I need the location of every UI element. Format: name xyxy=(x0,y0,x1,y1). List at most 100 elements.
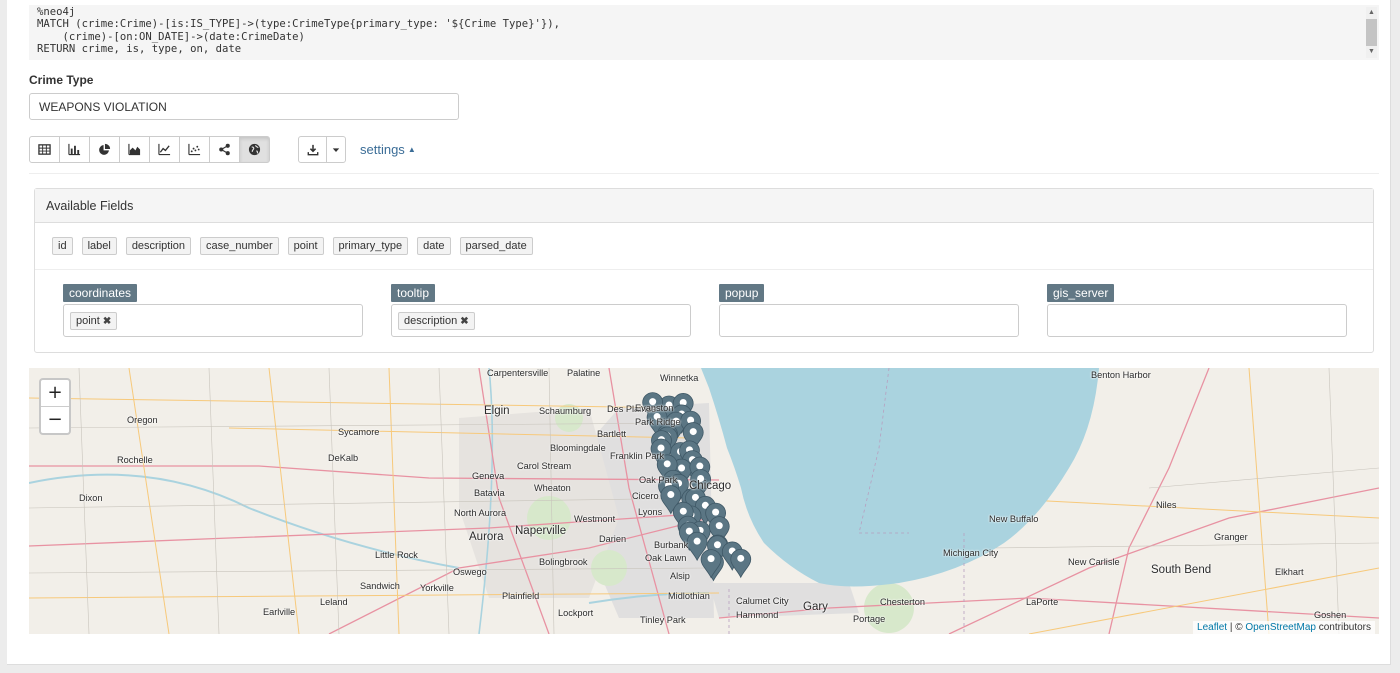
map-label-bloomingdale: Bloomingdale xyxy=(550,443,606,453)
download-button[interactable] xyxy=(298,136,327,163)
bar-chart-icon xyxy=(68,143,81,156)
pie-chart-button[interactable] xyxy=(89,136,120,163)
settings-toggle[interactable]: settings ▲ xyxy=(360,142,416,157)
field-description[interactable]: description xyxy=(125,237,192,255)
map-label-evanston: Evanston xyxy=(635,403,674,413)
map-label-park-ridge: Park Ridge xyxy=(635,417,681,427)
map-label-dixon: Dixon xyxy=(79,493,103,503)
map-label-alsip: Alsip xyxy=(670,571,690,581)
map-view-button[interactable] xyxy=(239,136,270,163)
query-code[interactable]: %neo4j MATCH (crime:Crime)-[is:IS_TYPE]-… xyxy=(29,5,1379,56)
line-chart-icon xyxy=(158,143,171,156)
crime-type-label: Crime Type xyxy=(29,73,94,87)
map-label-dekalb: DeKalb xyxy=(328,453,359,463)
map-label-bolingbrook: Bolingbrook xyxy=(539,557,588,567)
tooltip-dropzone[interactable]: description ✖ xyxy=(391,304,691,337)
settings-panel: Available Fields id label description ca… xyxy=(34,188,1374,353)
download-dropdown-button[interactable] xyxy=(326,136,346,163)
table-view-button[interactable] xyxy=(29,136,60,163)
map-label-lyons: Lyons xyxy=(638,507,663,517)
gis-server-dropzone[interactable] xyxy=(1047,304,1347,337)
map-label-new-buffalo: New Buffalo xyxy=(989,514,1039,524)
network-button[interactable] xyxy=(209,136,240,163)
attribution-tail: contributors xyxy=(1315,622,1371,633)
map-label-yorkville: Yorkville xyxy=(420,583,454,593)
bar-chart-button[interactable] xyxy=(59,136,90,163)
map-label-oswego: Oswego xyxy=(453,567,487,577)
map-label-leland: Leland xyxy=(320,597,348,607)
visualization-toolbar xyxy=(29,136,270,163)
field-date[interactable]: date xyxy=(417,237,451,255)
settings-label: settings xyxy=(360,142,405,157)
editor-scroll-thumb[interactable] xyxy=(1366,19,1377,46)
map-label-michigan-city: Michigan City xyxy=(943,548,999,558)
table-icon xyxy=(38,144,51,155)
scroll-down-icon[interactable]: ▼ xyxy=(1366,47,1377,57)
download-icon xyxy=(307,144,318,155)
caret-up-icon: ▲ xyxy=(407,145,416,154)
map-label-calumet-city: Calumet City xyxy=(736,596,789,606)
map-label-portage: Portage xyxy=(853,614,886,624)
map-label-bartlett: Bartlett xyxy=(597,429,627,439)
scatter-chart-button[interactable] xyxy=(179,136,210,163)
zoom-in-button[interactable]: + xyxy=(41,380,69,407)
notebook-paragraph: %neo4j MATCH (crime:Crime)-[is:IS_TYPE]-… xyxy=(7,0,1391,665)
map-label-franklin-park: Franklin Park xyxy=(610,451,665,461)
map-label-hammond: Hammond xyxy=(736,610,779,620)
chip-label: description xyxy=(404,315,458,327)
map-label-oregon: Oregon xyxy=(127,415,158,425)
map-label-oak-park: Oak Park xyxy=(639,475,678,485)
map-label-chesterton: Chesterton xyxy=(880,597,925,607)
map-label-aurora: Aurora xyxy=(469,531,504,543)
map-label-rochelle: Rochelle xyxy=(117,455,153,465)
field-id[interactable]: id xyxy=(52,237,73,255)
code-editor[interactable]: %neo4j MATCH (crime:Crime)-[is:IS_TYPE]-… xyxy=(29,5,1379,60)
scatter-chart-icon xyxy=(188,143,201,156)
field-primary-type[interactable]: primary_type xyxy=(332,237,409,255)
map-view[interactable]: Carpentersville Palatine Winnetka Benton Ha… xyxy=(29,368,1379,634)
field-point[interactable]: point xyxy=(287,237,324,255)
coordinates-dropzone[interactable]: point ✖ xyxy=(63,304,363,337)
field-label[interactable]: label xyxy=(81,237,117,255)
zoom-control: + − xyxy=(39,378,71,435)
field-parsed-date[interactable]: parsed_date xyxy=(459,237,533,255)
gis-server-title: gis_server xyxy=(1047,284,1115,302)
map-label-batavia: Batavia xyxy=(474,488,505,498)
map-label-geneva: Geneva xyxy=(472,471,505,481)
map-label-burbank: Burbank xyxy=(654,540,689,550)
coordinates-group: coordinates point ✖ xyxy=(63,284,363,337)
map-label-wheaton: Wheaton xyxy=(534,483,571,493)
remove-icon[interactable]: ✖ xyxy=(460,316,468,327)
area-chart-button[interactable] xyxy=(119,136,150,163)
toolbar-divider xyxy=(29,173,1379,174)
field-case-number[interactable]: case_number xyxy=(200,237,279,255)
zoom-out-button[interactable]: − xyxy=(41,407,69,433)
map-label-granger: Granger xyxy=(1214,532,1248,542)
map-label-sandwich: Sandwich xyxy=(360,581,400,591)
osm-link[interactable]: OpenStreetMap xyxy=(1245,622,1316,633)
map-label-sycamore: Sycamore xyxy=(338,427,380,437)
tooltip-chip[interactable]: description ✖ xyxy=(398,312,475,330)
map-label-elgin: Elgin xyxy=(484,405,510,417)
popup-title: popup xyxy=(719,284,765,302)
map-label-laporte: LaPorte xyxy=(1026,597,1059,607)
line-chart-button[interactable] xyxy=(149,136,180,163)
coordinates-chip[interactable]: point ✖ xyxy=(70,312,118,330)
map-label-lockport: Lockport xyxy=(558,608,594,618)
map-label-north-aurora: North Aurora xyxy=(454,508,507,518)
panel-title: Available Fields xyxy=(35,189,1373,223)
popup-dropzone[interactable] xyxy=(719,304,1019,337)
area-chart-icon xyxy=(128,143,141,156)
map-attribution: Leaflet | © OpenStreetMap contributors xyxy=(1193,621,1375,634)
remove-icon[interactable]: ✖ xyxy=(103,316,111,327)
network-icon xyxy=(219,143,230,156)
map-label-carpentersville: Carpentersville xyxy=(487,368,549,378)
scroll-up-icon[interactable]: ▲ xyxy=(1366,8,1377,18)
tooltip-group: tooltip description ✖ xyxy=(391,284,691,337)
leaflet-link[interactable]: Leaflet xyxy=(1197,622,1227,633)
crime-type-input[interactable] xyxy=(29,93,459,120)
tooltip-title: tooltip xyxy=(391,284,436,302)
map-label-gary: Gary xyxy=(803,601,828,613)
attribution-separator: | © xyxy=(1227,622,1246,633)
map-label-midlothian: Midlothian xyxy=(668,591,710,601)
